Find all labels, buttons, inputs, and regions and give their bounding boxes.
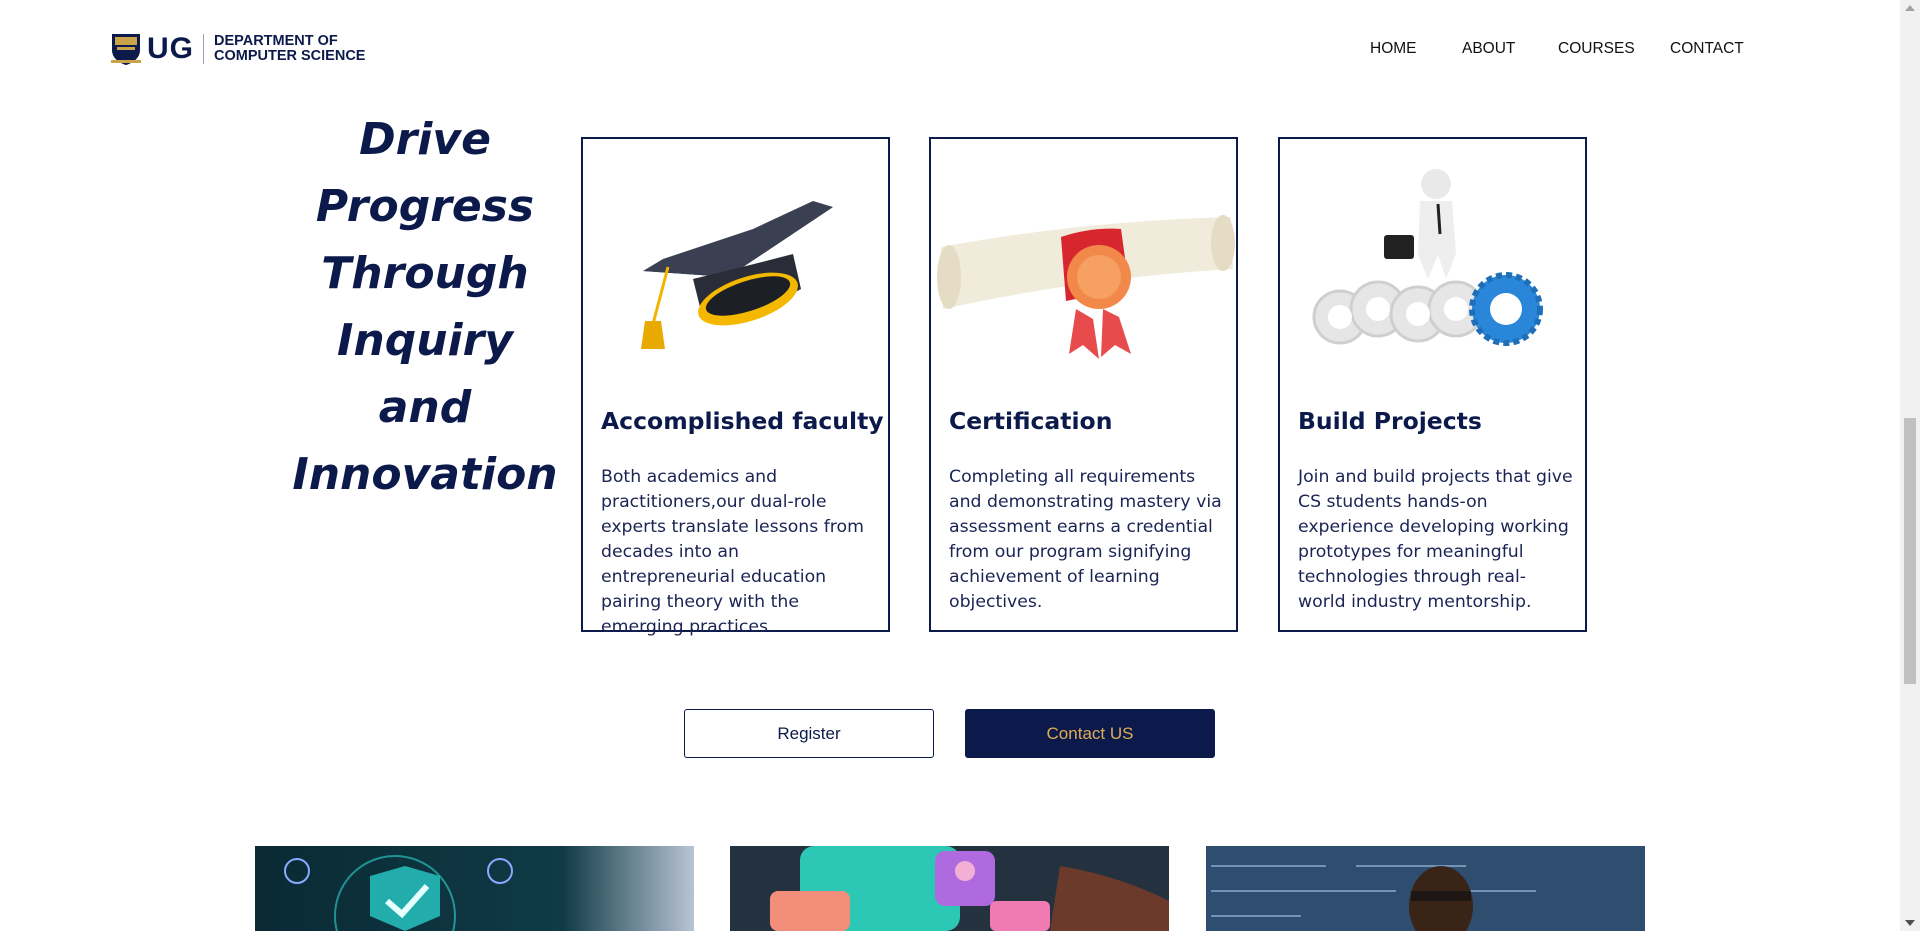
feature-card-projects: Build Projects Join and build projects t… [1278, 137, 1587, 632]
card-description: Completing all requirements and demonstr… [949, 467, 1222, 612]
hero-line: Drive [359, 114, 491, 165]
course-image-cybersecurity[interactable] [255, 846, 694, 931]
top-navbar: UG DEPARTMENT OF COMPUTER SCIENCE HOME A… [0, 0, 1900, 97]
card-description: Both academics and practitioners,our dua… [601, 467, 864, 637]
hero-line: Innovation [292, 449, 558, 500]
uiux-phone-icon [730, 846, 1169, 931]
scroll-down-arrow-icon[interactable] [1905, 920, 1915, 926]
feature-card-certification: Certification Completing all requirement… [929, 137, 1238, 632]
logo-divider [203, 33, 204, 64]
hero-line: Inquiry [337, 315, 513, 366]
crest-icon [111, 34, 141, 65]
nav-contact[interactable]: CONTACT [1670, 40, 1744, 58]
shield-check-icon [255, 846, 694, 931]
dept-line-1: DEPARTMENT OF [214, 32, 338, 49]
nav-courses[interactable]: COURSES [1558, 40, 1635, 58]
nav-home[interactable]: HOME [1370, 40, 1417, 58]
dept-line-2: COMPUTER SCIENCE [214, 47, 366, 64]
feature-card-faculty: Accomplished faculty Both academics and … [581, 137, 890, 637]
hero-headline: Drive Progress Through Inquiry and Innov… [290, 106, 560, 508]
register-button[interactable]: Register [684, 709, 934, 758]
hero-line: Progress [315, 181, 535, 232]
site-logo[interactable]: UG DEPARTMENT OF COMPUTER SCIENCE [111, 31, 365, 66]
card-title: Build Projects [1298, 407, 1482, 435]
scrollbar-thumb[interactable] [1904, 418, 1916, 684]
developer-photo-icon [1206, 846, 1645, 931]
hero-line: and [378, 382, 472, 433]
nav-about[interactable]: ABOUT [1462, 40, 1515, 58]
page-scrollbar[interactable] [1900, 0, 1920, 931]
logo-department-text: DEPARTMENT OF COMPUTER SCIENCE [214, 32, 366, 64]
diploma-scroll-icon [937, 215, 1235, 359]
card-title: Accomplished faculty [601, 407, 884, 435]
scroll-up-arrow-icon[interactable] [1905, 5, 1915, 11]
course-image-uiux[interactable] [730, 846, 1169, 931]
card-title: Certification [949, 407, 1113, 435]
hero-line: Through [321, 248, 529, 299]
card-description: Join and build projects that give CS stu… [1298, 467, 1573, 612]
contact-us-button[interactable]: Contact US [965, 709, 1215, 758]
figure-on-gears-icon [1312, 169, 1543, 346]
logo-ug-text: UG [147, 31, 194, 65]
course-image-programming[interactable] [1206, 846, 1645, 931]
graduation-cap-icon [641, 201, 833, 349]
